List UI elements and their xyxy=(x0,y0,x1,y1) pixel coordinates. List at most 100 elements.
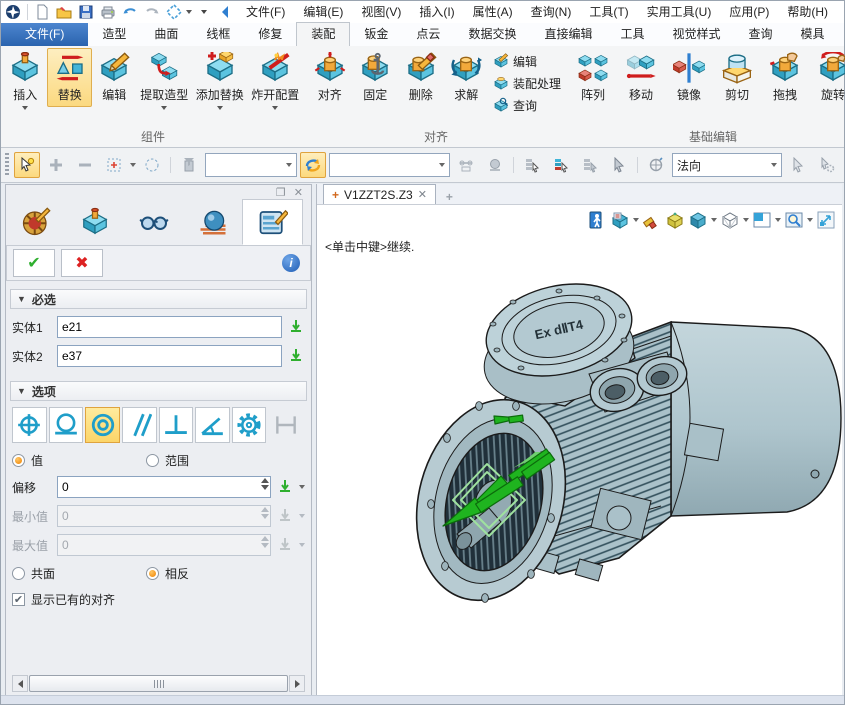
entity1-field[interactable] xyxy=(57,316,282,338)
max-pick-icon[interactable] xyxy=(276,536,294,554)
assembly-process-button[interactable]: 装配处理 xyxy=(493,74,561,92)
constraint-gear-button[interactable] xyxy=(232,407,267,443)
toolbar-grip[interactable] xyxy=(5,153,9,177)
drag-button[interactable]: 拖拽 xyxy=(761,48,809,107)
move-button[interactable]: 移动 xyxy=(617,48,665,107)
entity-filter-combobox[interactable] xyxy=(205,153,298,177)
open-file-icon[interactable] xyxy=(54,3,74,21)
motor-3d-model[interactable]: Ex dⅡT4 xyxy=(409,266,845,614)
tab-shape[interactable]: 造型 xyxy=(88,23,140,46)
tab-inquire[interactable]: 查询 xyxy=(735,23,787,46)
tab-wireframe[interactable]: 线框 xyxy=(192,23,244,46)
tab-glasses[interactable] xyxy=(124,199,183,245)
new-file-icon[interactable] xyxy=(32,3,52,21)
coplanar-radio[interactable] xyxy=(12,567,25,580)
undo-icon[interactable] xyxy=(120,3,140,21)
explode-config-button[interactable]: 炸开配置 xyxy=(247,48,303,120)
erase-icon[interactable] xyxy=(642,210,662,230)
ok-button[interactable]: ✔ xyxy=(13,249,55,277)
pick-all-list-button[interactable] xyxy=(577,152,603,178)
constraint-distance-button[interactable] xyxy=(268,407,303,443)
entity2-pick-icon[interactable] xyxy=(287,347,305,365)
list-combo-caret-icon[interactable] xyxy=(439,163,445,167)
tab-tools[interactable]: 工具 xyxy=(606,23,658,46)
scrollbar-thumb[interactable] xyxy=(29,675,288,692)
constraint-parallel-button[interactable] xyxy=(122,407,157,443)
menu-help[interactable]: 帮助(H) xyxy=(779,3,836,21)
pick-list-colored-button[interactable] xyxy=(548,152,574,178)
window-select-caret-icon[interactable] xyxy=(130,163,136,167)
show-alignments-checkbox[interactable]: ✔ xyxy=(12,593,25,606)
tab-render-sphere[interactable] xyxy=(183,199,242,245)
tab-file[interactable]: 文件(F) xyxy=(1,23,88,46)
filter-column-button[interactable] xyxy=(176,152,202,178)
constraint-angle-button[interactable] xyxy=(195,407,230,443)
max-spinner[interactable] xyxy=(261,536,269,548)
selection-recall-button[interactable] xyxy=(300,152,326,178)
lasso-select-button[interactable] xyxy=(139,152,165,178)
entity2-field[interactable] xyxy=(57,345,282,367)
required-section-header[interactable]: ▼ 必选 xyxy=(10,289,307,309)
value-radio[interactable] xyxy=(12,454,25,467)
range-radio[interactable] xyxy=(146,454,159,467)
pattern-button[interactable]: 阵列 xyxy=(569,48,617,107)
shaded-display-caret-icon[interactable] xyxy=(711,218,717,222)
menu-insert[interactable]: 插入(I) xyxy=(411,3,462,21)
filter-combo-caret-icon[interactable] xyxy=(286,163,292,167)
add-select-button[interactable] xyxy=(43,152,69,178)
cursor-tool-button[interactable] xyxy=(785,152,811,178)
align-button[interactable]: 对齐 xyxy=(307,48,353,107)
cursor-settings-button[interactable] xyxy=(814,152,840,178)
scroll-left-icon[interactable] xyxy=(12,675,28,692)
pick-list-button[interactable] xyxy=(519,152,545,178)
rotate-button[interactable]: 旋转 xyxy=(809,48,845,107)
extract-shape-button[interactable]: 提取造型 xyxy=(136,48,192,120)
constraint-coincident-button[interactable] xyxy=(12,407,47,443)
component-state-caret-icon[interactable] xyxy=(633,218,639,222)
ball-display-button[interactable] xyxy=(482,152,508,178)
panel-hscrollbar[interactable] xyxy=(12,675,305,692)
tab-assembly[interactable]: 装配 xyxy=(296,22,350,46)
smart-pick-button[interactable] xyxy=(14,152,40,178)
max-input[interactable] xyxy=(57,534,271,556)
new-tab-button[interactable]: + xyxy=(440,190,459,204)
exit-target-icon[interactable] xyxy=(587,210,607,230)
info-button[interactable]: i xyxy=(278,250,304,276)
orientation-combobox[interactable]: 法向 xyxy=(672,153,782,177)
window-select-button[interactable] xyxy=(101,152,127,178)
cut-button[interactable]: 剪切 xyxy=(713,48,761,107)
tab-surface[interactable]: 曲面 xyxy=(140,23,192,46)
viewport-layout-icon[interactable] xyxy=(752,210,772,230)
redo-icon[interactable] xyxy=(142,3,162,21)
tab-mold[interactable]: 模具 xyxy=(787,23,839,46)
offset-pick-icon[interactable] xyxy=(276,478,294,496)
delete-constraint-button[interactable]: 删除 xyxy=(398,48,444,107)
min-input[interactable] xyxy=(57,505,271,527)
customize-toolbar-icon[interactable] xyxy=(194,3,214,21)
collapse-icon[interactable] xyxy=(216,3,236,21)
tab-direct-edit[interactable]: 直接编辑 xyxy=(530,23,606,46)
constraint-tangent-button[interactable] xyxy=(49,407,84,443)
viewport-layout-caret-icon[interactable] xyxy=(775,218,781,222)
add-replace-caret-icon[interactable] xyxy=(217,106,223,116)
replace-button[interactable]: 替换 xyxy=(47,48,91,107)
zoom-fit-icon[interactable] xyxy=(816,210,836,230)
add-replace-button[interactable]: 添加替换 xyxy=(192,48,248,120)
document-tab[interactable]: + V1ZZT2S.Z3 ✕ xyxy=(323,184,436,204)
tab-point-cloud[interactable]: 点云 xyxy=(402,23,454,46)
tab-visual-style[interactable]: 视觉样式 xyxy=(658,23,734,46)
menu-tools[interactable]: 工具(T) xyxy=(581,3,636,21)
opposite-radio[interactable] xyxy=(146,567,159,580)
offset-pick-caret-icon[interactable] xyxy=(299,485,305,489)
menu-attributes[interactable]: 属性(A) xyxy=(465,3,521,21)
mirror-button[interactable]: 镜像 xyxy=(665,48,713,107)
selection-list-combobox[interactable] xyxy=(329,153,450,177)
print-icon[interactable] xyxy=(98,3,118,21)
tab-input-form[interactable] xyxy=(242,199,303,245)
pick-filter-icon[interactable] xyxy=(164,3,184,21)
min-pick-caret-icon[interactable] xyxy=(299,514,305,518)
wireframe-display-caret-icon[interactable] xyxy=(743,218,749,222)
fix-button[interactable]: 固定 xyxy=(353,48,399,107)
tab-sheet-metal[interactable]: 钣金 xyxy=(350,23,402,46)
offset-spinner[interactable] xyxy=(261,478,269,490)
